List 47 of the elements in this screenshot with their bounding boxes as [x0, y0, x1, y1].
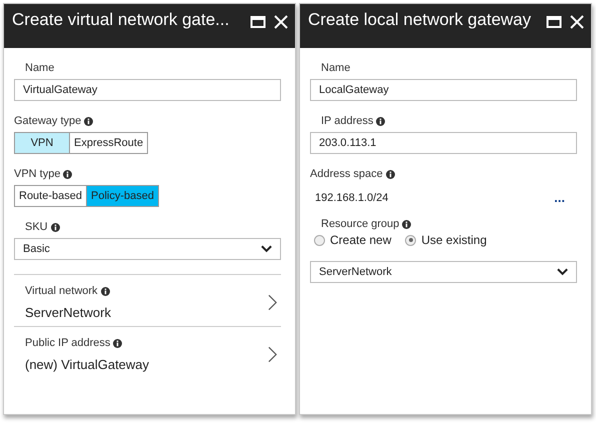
field-value: (new) VirtualGateway	[24, 357, 150, 372]
chevron-right-icon	[268, 294, 277, 311]
field-label: Name	[25, 62, 54, 74]
dropdown[interactable]: Basic	[14, 238, 281, 260]
field-label: Address space	[310, 168, 383, 180]
field-value: ServerNetwork	[24, 305, 112, 320]
info-icon[interactable]	[100, 286, 110, 296]
field-label: Name	[321, 62, 350, 74]
info-icon[interactable]	[376, 116, 386, 126]
info-icon[interactable]	[402, 220, 412, 228]
field-label: VPN type	[14, 168, 60, 180]
segment-option[interactable]: VPN	[14, 132, 70, 154]
info-icon[interactable]	[386, 170, 395, 178]
chevron-right-icon	[268, 346, 277, 363]
radio-label: Use existing	[421, 233, 487, 247]
field-label: Gateway type	[14, 115, 82, 127]
list-value: 192.168.1.0/24	[315, 192, 388, 204]
radio-button[interactable]	[314, 234, 325, 246]
segment-option[interactable]: ExpressRoute	[69, 132, 148, 154]
segment-option[interactable]: Route-based	[14, 185, 87, 207]
info-icon[interactable]	[50, 222, 60, 232]
maximize-icon[interactable]	[546, 14, 562, 30]
navigation-row[interactable]: Virtual network ServerNetwork	[14, 274, 281, 326]
navigation-row[interactable]: Public IP address (new) VirtualGateway	[14, 326, 281, 378]
field-label: Virtual network	[25, 285, 98, 297]
field-label: IP address	[321, 115, 374, 127]
close-icon[interactable]	[569, 14, 585, 30]
info-icon[interactable]	[113, 338, 122, 348]
text-field[interactable]: 203.0.113.1	[310, 132, 577, 154]
field-label: Resource group	[321, 218, 400, 230]
info-icon[interactable]	[84, 116, 94, 126]
chevron-down-icon	[557, 268, 568, 276]
field-label: Public IP address	[25, 337, 110, 349]
info-icon[interactable]	[63, 170, 72, 178]
more-button[interactable]: ...	[554, 191, 565, 204]
field-label: SKU	[25, 221, 48, 233]
radio-button[interactable]	[405, 234, 416, 246]
text-field[interactable]: LocalGateway	[310, 79, 577, 101]
chevron-down-icon	[261, 245, 272, 253]
dropdown[interactable]: ServerNetwork	[310, 261, 577, 283]
maximize-icon[interactable]	[250, 14, 266, 30]
text-field[interactable]: VirtualGateway	[14, 79, 281, 101]
segment-option[interactable]: Policy-based	[86, 185, 159, 207]
blade-title: Create local network gateway	[308, 10, 532, 30]
radio-label: Create new	[330, 233, 392, 247]
blade-title: Create virtual network gate...	[12, 10, 230, 30]
close-icon[interactable]	[273, 14, 289, 30]
